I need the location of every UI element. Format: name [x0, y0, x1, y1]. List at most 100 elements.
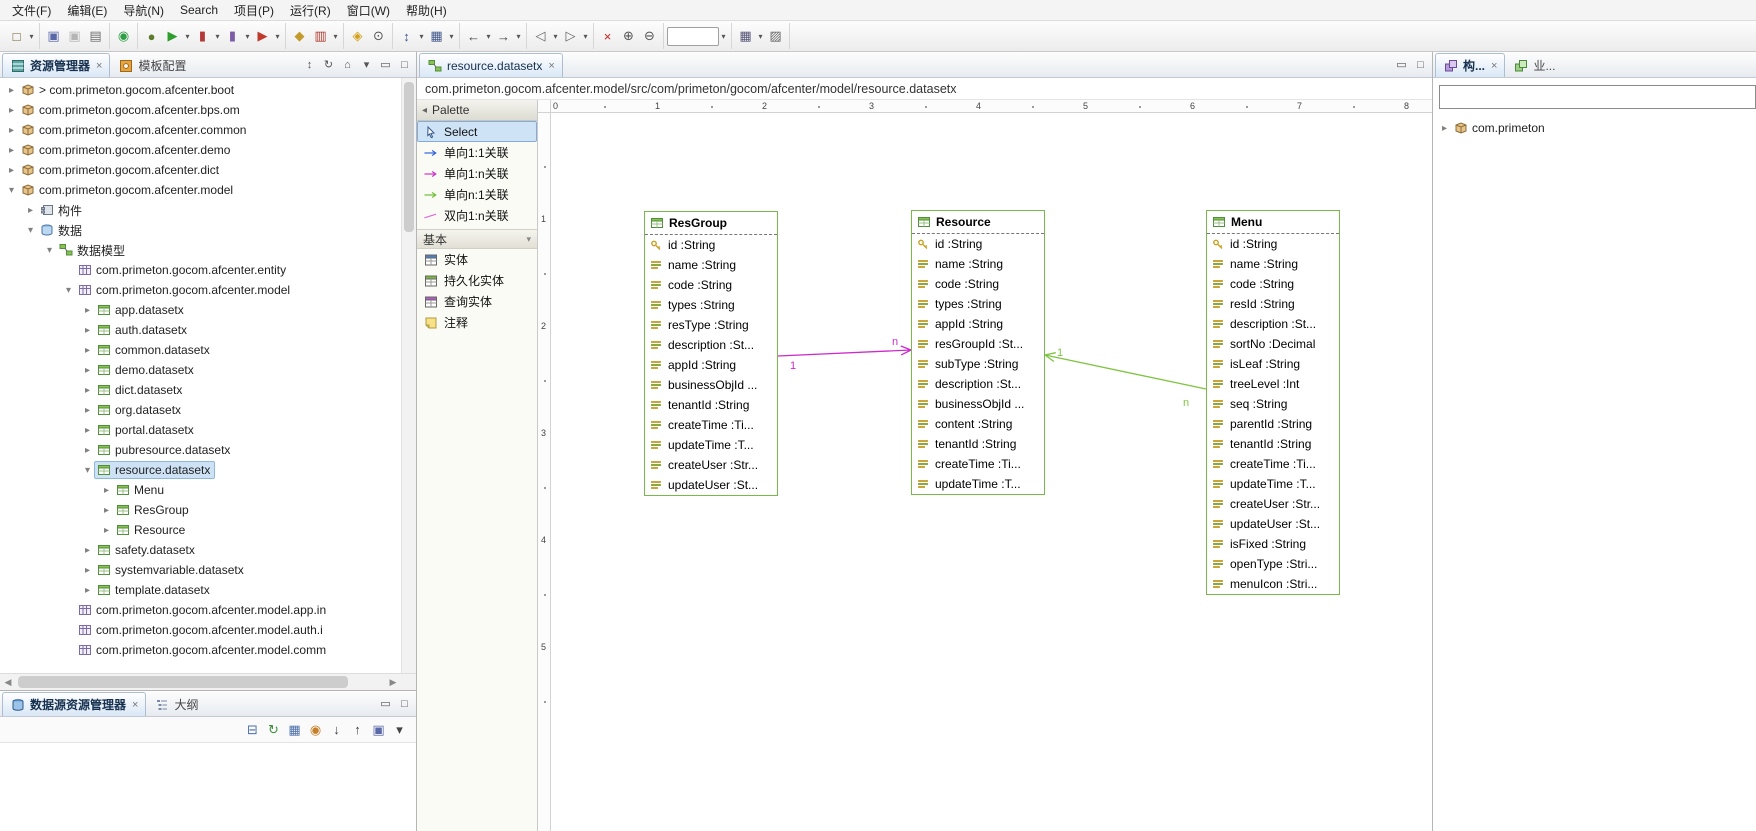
component-search-input[interactable]	[1439, 85, 1756, 109]
explorer-horizontal-scrollbar[interactable]: ◀ ▶	[0, 673, 416, 690]
entity-resgroup[interactable]: ResGroupid :Stringname :Stringcode :Stri…	[644, 211, 778, 496]
menu-navigate[interactable]: 导航(N)	[115, 0, 172, 21]
entity-field[interactable]: createTime :Ti...	[1207, 454, 1339, 474]
toolbar-run-dropdown-icon[interactable]: ▾	[183, 32, 192, 41]
tree-item[interactable]: ▸app.datasetx	[0, 300, 416, 320]
maximize-icon[interactable]: □	[395, 694, 414, 713]
tree-item[interactable]: ▾com.primeton.gocom.afcenter.model	[0, 280, 416, 300]
close-icon[interactable]: ×	[1491, 60, 1497, 72]
entity-field[interactable]: appId :String	[912, 314, 1044, 334]
entity-field[interactable]: createTime :Ti...	[645, 415, 777, 435]
toolbar-previous-annotation-icon[interactable]: ◁	[530, 25, 551, 47]
palette-tool-assoc-1-1[interactable]: 单向1:1关联	[417, 142, 537, 163]
entity-field[interactable]: subType :String	[912, 354, 1044, 374]
toolbar-profile-dropdown-icon[interactable]: ▾	[243, 32, 252, 41]
toolbar-search-icon[interactable]: ⊙	[368, 25, 389, 47]
menu-run[interactable]: 运行(R)	[282, 0, 339, 21]
tab-components[interactable]: 构...×	[1435, 53, 1505, 77]
tree-item[interactable]: ▸auth.datasetx	[0, 320, 416, 340]
menu-project[interactable]: 项目(P)	[226, 0, 282, 21]
entity-field[interactable]: id :String	[645, 235, 777, 255]
chevron-collapsed-icon[interactable]: ▸	[80, 365, 95, 376]
datasource-import-icon[interactable]: ↓	[326, 719, 347, 741]
entity-field[interactable]: menuIcon :Stri...	[1207, 574, 1339, 594]
entity-field[interactable]: tenantId :String	[645, 395, 777, 415]
entity-field[interactable]: updateTime :T...	[1207, 474, 1339, 494]
chevron-collapsed-icon[interactable]: ▸	[99, 485, 114, 496]
scroll-left-icon[interactable]: ◀	[0, 677, 16, 688]
entity-field[interactable]: description :St...	[912, 374, 1044, 394]
tree-item[interactable]: ▸systemvariable.datasetx	[0, 560, 416, 580]
editor-minimize-icon[interactable]: ▭	[1392, 55, 1411, 74]
chevron-collapsed-icon[interactable]: ▸	[80, 545, 95, 556]
chevron-expanded-icon[interactable]: ▾	[61, 285, 76, 296]
entity-field[interactable]: content :String	[912, 414, 1044, 434]
toolbar-print-icon[interactable]: ▤	[85, 25, 106, 47]
toolbar-profile-icon[interactable]: ▮	[222, 25, 243, 47]
toolbar-new-wizard-icon[interactable]: □	[6, 25, 27, 47]
entity-field[interactable]: code :String	[1207, 274, 1339, 294]
toolbar-zoom-level-combo[interactable]	[667, 27, 719, 46]
tree-item[interactable]: ▸portal.datasetx	[0, 420, 416, 440]
entity-field[interactable]: tenantId :String	[912, 434, 1044, 454]
tree-item[interactable]: ▾com.primeton.gocom.afcenter.model	[0, 180, 416, 200]
toolbar-new-table-dropdown-icon[interactable]: ▾	[447, 32, 456, 41]
toolbar-layout-dropdown-icon[interactable]: ▾	[756, 32, 765, 41]
entity-field[interactable]: types :String	[912, 294, 1044, 314]
toolbar-start-server-icon[interactable]: ◉	[113, 25, 134, 47]
toolbar-overview-icon[interactable]: ▨	[765, 25, 786, 47]
palette-tool-query-entity-tool[interactable]: 查询实体	[417, 291, 537, 312]
toolbar-lightning-icon[interactable]: ◈	[347, 25, 368, 47]
toolbar-coverage-icon[interactable]: ▮	[192, 25, 213, 47]
toolbar-delete-icon[interactable]: ×	[597, 25, 618, 47]
tree-item[interactable]: ▸com.primeton.gocom.afcenter.bps.om	[0, 100, 416, 120]
chevron-collapsed-icon[interactable]: ▸	[4, 85, 19, 96]
toolbar-next-annotation-icon[interactable]: ▷	[560, 25, 581, 47]
palette-collapse-icon[interactable]: ◂	[422, 105, 427, 116]
chevron-collapsed-icon[interactable]: ▸	[80, 585, 95, 596]
chevron-expanded-icon[interactable]: ▾	[23, 225, 38, 236]
editor-tab-resource-datasetx[interactable]: resource.datasetx×	[419, 53, 563, 77]
palette-tool-persistent-entity-tool[interactable]: 持久化实体	[417, 270, 537, 291]
entity-menu[interactable]: Menuid :Stringname :Stringcode :Stringre…	[1206, 210, 1340, 595]
datasource-save-icon[interactable]: ▣	[368, 719, 389, 741]
chevron-collapsed-icon[interactable]: ▸	[99, 505, 114, 516]
minimize-icon[interactable]: ▭	[376, 694, 395, 713]
entity-field[interactable]: id :String	[912, 234, 1044, 254]
entity-field[interactable]: seq :String	[1207, 394, 1339, 414]
palette-tool-note-tool[interactable]: 注释	[417, 312, 537, 333]
tree-item[interactable]: ▸dict.datasetx	[0, 380, 416, 400]
tree-item[interactable]: com.primeton.gocom.afcenter.model.comm	[0, 640, 416, 660]
toolbar-previous-annotation-dropdown-icon[interactable]: ▾	[551, 32, 560, 41]
tab-datasource-explorer[interactable]: 数据源资源管理器×	[2, 692, 146, 716]
entity-field[interactable]: createUser :Str...	[645, 455, 777, 475]
entity-field[interactable]: resId :String	[1207, 294, 1339, 314]
menu-window[interactable]: 窗口(W)	[339, 0, 398, 21]
tree-item[interactable]: ▸Resource	[0, 520, 416, 540]
toolbar-wizard-icon[interactable]: ◆	[289, 25, 310, 47]
toolbar-toolbox-dropdown-icon[interactable]: ▾	[331, 32, 340, 41]
tree-item[interactable]: ▸template.datasetx	[0, 580, 416, 600]
chevron-expanded-icon[interactable]: ▾	[42, 245, 57, 256]
menu-edit[interactable]: 编辑(E)	[59, 0, 115, 21]
palette-tool-select[interactable]: Select	[417, 121, 537, 142]
entity-field[interactable]: createTime :Ti...	[912, 454, 1044, 474]
toolbar-layout-icon[interactable]: ▦	[735, 25, 756, 47]
tab-resource-explorer[interactable]: 资源管理器×	[2, 53, 110, 77]
datasource-collapse-all-icon[interactable]: ⊟	[242, 719, 263, 741]
entity-field[interactable]: businessObjId ...	[645, 375, 777, 395]
entity-field[interactable]: tenantId :String	[1207, 434, 1339, 454]
entity-field[interactable]: isFixed :String	[1207, 534, 1339, 554]
toolbar-sort-icon[interactable]: ↕	[396, 25, 417, 47]
palette-tool-assoc-1-n[interactable]: 单向1:n关联	[417, 163, 537, 184]
toolbar-zoom-in-icon[interactable]: ⊕	[618, 25, 639, 47]
entity-field[interactable]: openType :Stri...	[1207, 554, 1339, 574]
chevron-collapsed-icon[interactable]: ▸	[4, 125, 19, 136]
tree-item[interactable]: ▸> com.primeton.gocom.afcenter.boot	[0, 80, 416, 100]
chevron-collapsed-icon[interactable]: ▸	[4, 165, 19, 176]
editor-maximize-icon[interactable]: □	[1411, 55, 1430, 74]
toolbar-forward-icon[interactable]: →	[493, 25, 514, 47]
tree-item[interactable]: ▸com.primeton.gocom.afcenter.demo	[0, 140, 416, 160]
tree-item[interactable]: ▾resource.datasetx	[0, 460, 416, 480]
chevron-expanded-icon[interactable]: ▾	[4, 185, 19, 196]
